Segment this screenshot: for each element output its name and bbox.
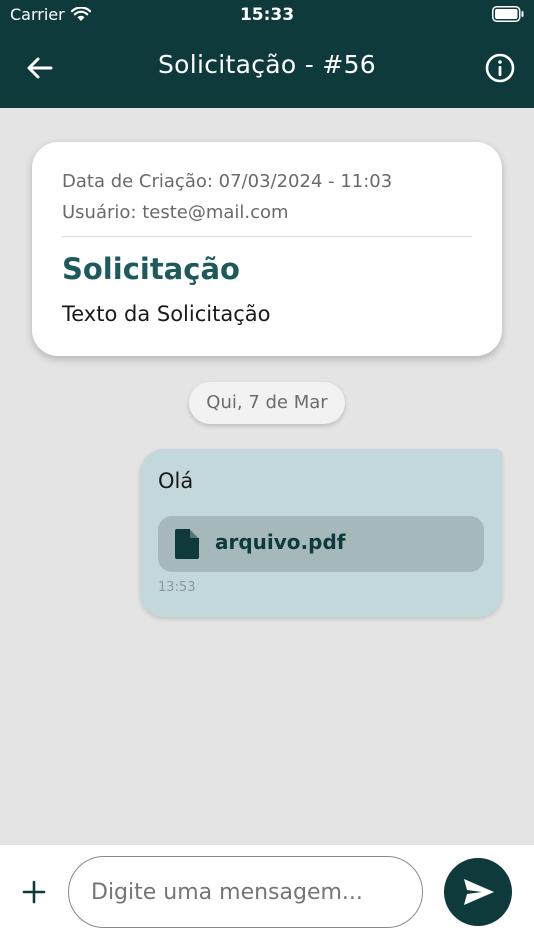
- message-composer: [0, 845, 534, 950]
- request-meta: Data de Criação: 07/03/2024 - 11:03 Usuá…: [62, 166, 392, 228]
- battery-icon: [492, 6, 524, 22]
- message-input[interactable]: [68, 856, 423, 928]
- file-icon: [175, 529, 199, 559]
- card-divider: [62, 236, 472, 237]
- message-text: Olá: [158, 469, 194, 493]
- send-button[interactable]: [444, 858, 512, 926]
- nav-bar: Solicitação - #56: [0, 38, 534, 98]
- message-time: 13:53: [158, 580, 196, 595]
- attachment-name: arquivo.pdf: [215, 530, 346, 554]
- request-title: Solicitação: [62, 252, 240, 286]
- message-bubble: Olá arquivo.pdf 13:53: [140, 449, 502, 617]
- request-user: Usuário: teste@mail.com: [62, 202, 289, 223]
- status-time: 15:33: [239, 5, 295, 25]
- app-header: Carrier 15:33 Solicitação - #56: [0, 0, 534, 108]
- attachment-item[interactable]: arquivo.pdf: [158, 516, 484, 572]
- status-bar: Carrier 15:33: [0, 0, 534, 30]
- info-circle-icon[interactable]: [484, 52, 516, 84]
- created-date: Data de Criação: 07/03/2024 - 11:03: [62, 171, 393, 192]
- plus-icon[interactable]: [22, 880, 46, 904]
- page-title: Solicitação - #56: [157, 50, 376, 79]
- date-separator: Qui, 7 de Mar: [189, 382, 345, 424]
- send-icon: [464, 879, 494, 905]
- request-card: Data de Criação: 07/03/2024 - 11:03 Usuá…: [32, 142, 502, 356]
- request-text: Texto da Solicitação: [62, 302, 271, 326]
